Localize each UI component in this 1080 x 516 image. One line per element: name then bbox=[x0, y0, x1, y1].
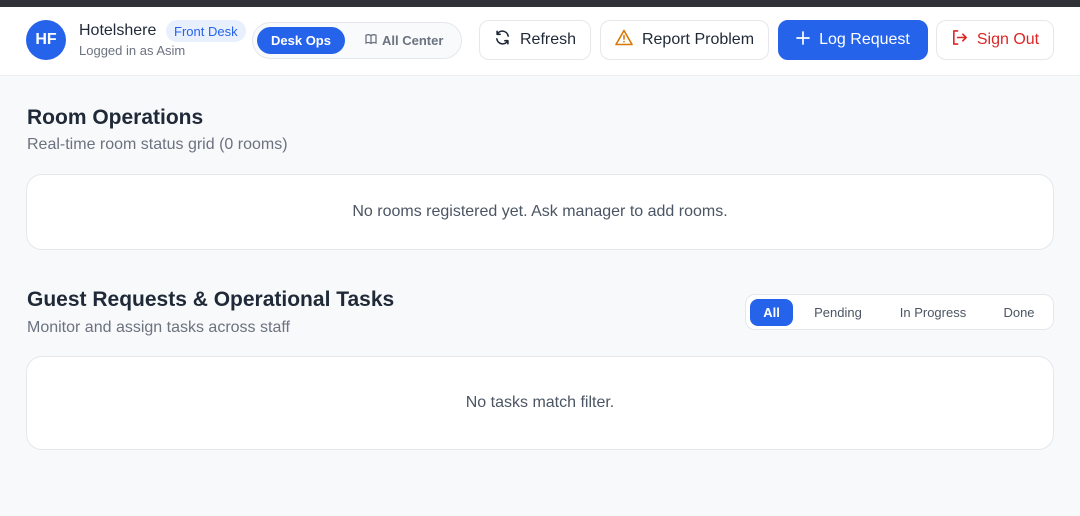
sign-out-button[interactable]: Sign Out bbox=[936, 20, 1054, 60]
report-problem-label: Report Problem bbox=[641, 31, 755, 48]
brand-name: Hotelshere bbox=[79, 22, 157, 39]
refresh-icon bbox=[494, 29, 511, 51]
app-header: HF Hotelshere Front Desk Logged in as As… bbox=[0, 7, 1080, 76]
plus-icon bbox=[796, 30, 810, 50]
rooms-empty-card: No rooms registered yet. Ask manager to … bbox=[26, 174, 1054, 250]
log-request-button[interactable]: Log Request bbox=[778, 20, 928, 60]
filter-done[interactable]: Done bbox=[994, 299, 1044, 326]
filter-all[interactable]: All bbox=[750, 299, 793, 326]
avatar: HF bbox=[26, 20, 66, 60]
view-toggle: Desk Ops All Center bbox=[252, 22, 462, 59]
rooms-empty-message: No rooms registered yet. Ask manager to … bbox=[352, 203, 728, 220]
logged-in-text: Logged in as Asim bbox=[79, 43, 186, 58]
all-center-label: All Center bbox=[382, 33, 444, 48]
log-request-label: Log Request bbox=[819, 31, 910, 48]
refresh-button[interactable]: Refresh bbox=[479, 20, 591, 60]
all-center-toggle[interactable]: All Center bbox=[361, 27, 447, 54]
warning-triangle-icon bbox=[615, 29, 633, 51]
tasks-empty-message: No tasks match filter. bbox=[465, 394, 615, 411]
sign-out-icon bbox=[951, 29, 968, 51]
tasks-title: Guest Requests & Operational Tasks bbox=[27, 288, 395, 311]
room-operations-title: Room Operations bbox=[27, 106, 204, 129]
filter-pending[interactable]: Pending bbox=[804, 299, 872, 326]
room-operations-subtitle: Real-time room status grid (0 rooms) bbox=[27, 136, 288, 153]
book-icon bbox=[365, 33, 377, 48]
window-top-strip bbox=[0, 0, 1080, 7]
refresh-label: Refresh bbox=[519, 31, 577, 48]
task-filter-group: All Pending In Progress Done bbox=[745, 294, 1054, 330]
role-badge: Front Desk bbox=[166, 20, 246, 42]
desk-ops-toggle[interactable]: Desk Ops bbox=[257, 27, 345, 54]
tasks-empty-card: No tasks match filter. bbox=[26, 356, 1054, 450]
sign-out-label: Sign Out bbox=[976, 31, 1040, 48]
filter-in-progress[interactable]: In Progress bbox=[887, 299, 979, 326]
report-problem-button[interactable]: Report Problem bbox=[600, 20, 769, 60]
tasks-subtitle: Monitor and assign tasks across staff bbox=[27, 319, 290, 336]
